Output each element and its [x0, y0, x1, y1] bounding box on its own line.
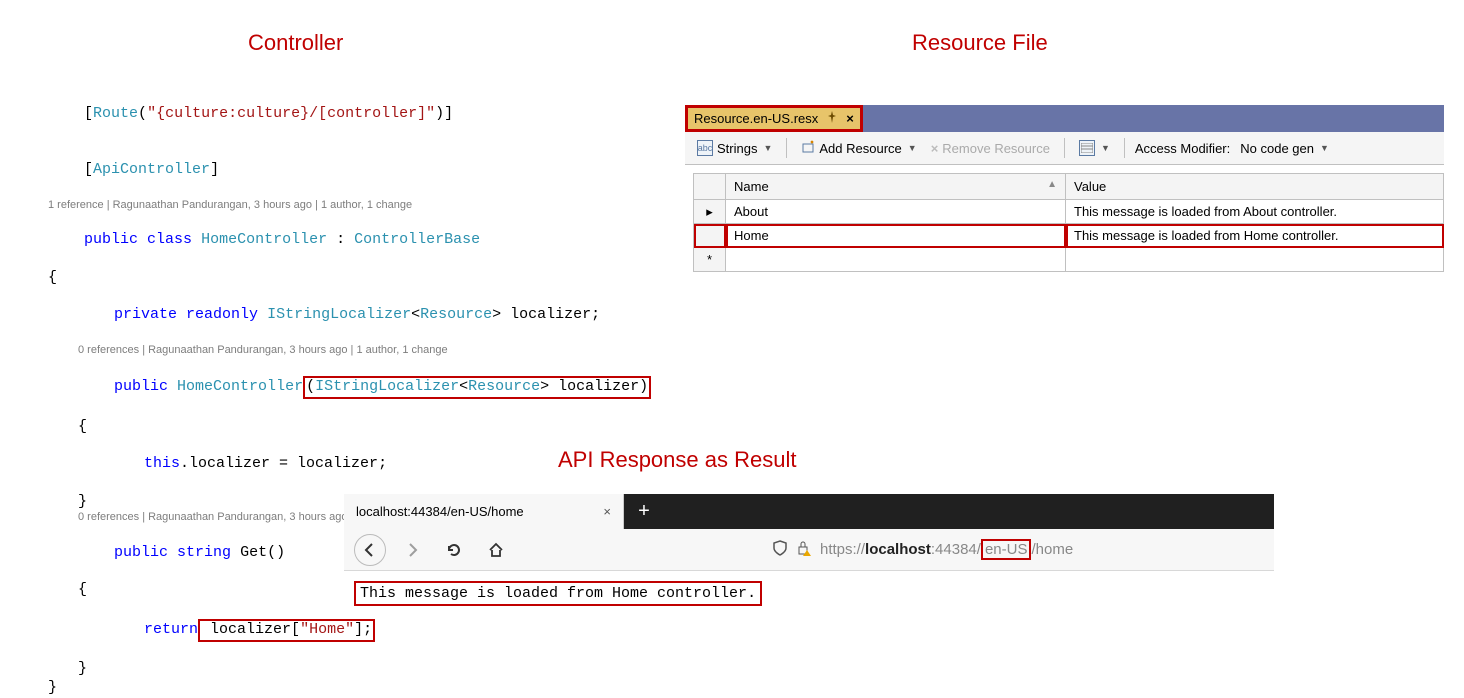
brace: }: [48, 660, 651, 679]
ctor-name: HomeController: [177, 378, 303, 395]
resx-tab-name: Resource.en-US.resx: [694, 111, 818, 126]
route-args: ("{culture:culture}/[controller]")]: [138, 105, 453, 122]
code-bracket: [: [84, 105, 93, 122]
field-name: localizer;: [501, 306, 600, 323]
resx-tabbar: Resource.en-US.resx ×: [685, 105, 1444, 132]
brace: {: [48, 418, 651, 437]
table-row[interactable]: ▸ About This message is loaded from Abou…: [694, 200, 1444, 224]
return-highlight: localizer["Home"];: [198, 619, 375, 642]
ctor-param-rest: > localizer): [540, 378, 648, 395]
cell-name[interactable]: About: [726, 200, 1066, 224]
rowheader-corner: [694, 174, 726, 200]
base-class: ControllerBase: [354, 231, 480, 248]
cell-name[interactable]: Home: [726, 224, 1066, 248]
new-tab-button[interactable]: +: [624, 494, 664, 529]
access-modifier-label: Access Modifier:: [1135, 141, 1230, 156]
url-culture-highlight: en-US: [981, 539, 1032, 560]
cell-value[interactable]: This message is loaded from About contro…: [1066, 200, 1444, 224]
row-selector[interactable]: [694, 224, 726, 248]
strings-label: Strings: [717, 141, 757, 156]
class-name: HomeController: [201, 231, 327, 248]
ctor-param-type: IStringLocalizer: [315, 378, 459, 395]
kw-public: public: [114, 544, 168, 561]
ctor-param-highlight: (IStringLocalizer<Resource> localizer): [303, 376, 651, 399]
table-row-highlighted[interactable]: Home This message is loaded from Home co…: [694, 224, 1444, 248]
ilocalizer-type: IStringLocalizer: [267, 306, 411, 323]
strings-dropdown[interactable]: abc Strings ▼: [693, 138, 776, 158]
close-icon[interactable]: ×: [846, 111, 854, 126]
kw-this: this: [144, 455, 180, 472]
reload-button[interactable]: [438, 534, 470, 566]
remove-resource-label: Remove Resource: [942, 141, 1050, 156]
access-modifier-dropdown[interactable]: No code gen ▼: [1236, 139, 1333, 158]
url-bar[interactable]: https://localhost:44384/en-US/home: [772, 540, 1073, 560]
kw-private: private: [114, 306, 177, 323]
codelens[interactable]: 0 references | Ragunaathan Pandurangan, …: [48, 344, 651, 358]
add-resource-icon: [801, 140, 815, 157]
inherit-colon: :: [327, 231, 354, 248]
brace: }: [48, 679, 651, 698]
grid-icon: [1079, 140, 1095, 156]
close-bracket: ];: [354, 621, 372, 638]
url-path: /home: [1031, 541, 1073, 558]
kw-return: return: [144, 621, 198, 638]
resx-toolbar: abc Strings ▼ Add Resource ▼ × Remove Re…: [685, 132, 1444, 165]
new-row[interactable]: *: [694, 248, 1444, 272]
resource-type: Resource: [420, 306, 492, 323]
access-modifier-value: No code gen: [1240, 141, 1314, 156]
kw-readonly: readonly: [186, 306, 258, 323]
add-resource-button[interactable]: Add Resource ▼: [797, 138, 920, 159]
forward-button[interactable]: [396, 534, 428, 566]
strings-icon: abc: [697, 140, 713, 156]
browser-toolbar: https://localhost:44384/en-US/home: [344, 529, 1274, 571]
shield-icon[interactable]: [772, 540, 788, 560]
lock-warning-icon[interactable]: [796, 540, 812, 560]
remove-resource-button[interactable]: × Remove Resource: [927, 139, 1054, 158]
url-host: localhost: [865, 541, 931, 558]
back-button[interactable]: [354, 534, 386, 566]
url-port: :44384/: [931, 541, 981, 558]
kw-public: public: [114, 378, 168, 395]
resx-grid[interactable]: Name▲ Value ▸ About This message is load…: [693, 173, 1444, 272]
add-resource-label: Add Resource: [819, 141, 901, 156]
brace: {: [48, 269, 651, 288]
browser-tab[interactable]: localhost:44384/en-US/home ×: [344, 494, 624, 529]
pin-icon[interactable]: [826, 111, 838, 126]
cell-empty[interactable]: [726, 248, 1066, 272]
cell-value[interactable]: This message is loaded from Home control…: [1066, 224, 1444, 248]
get-method: Get(): [240, 544, 285, 561]
api-controller-attr: ApiController: [93, 161, 210, 178]
kw-class: class: [147, 231, 192, 248]
browser-content: This message is loaded from Home control…: [344, 571, 1274, 616]
controller-title: Controller: [248, 30, 343, 56]
home-string: "Home": [300, 621, 354, 638]
name-column-header[interactable]: Name▲: [726, 174, 1066, 200]
kw-public: public: [84, 231, 138, 248]
kw-string: string: [177, 544, 231, 561]
route-attribute: Route: [93, 105, 138, 122]
browser-tab-title: localhost:44384/en-US/home: [356, 504, 524, 519]
row-selector-icon[interactable]: ▸: [694, 200, 726, 224]
cell-empty[interactable]: [1066, 248, 1444, 272]
home-button[interactable]: [480, 534, 512, 566]
value-column-header[interactable]: Value: [1066, 174, 1444, 200]
new-row-icon: *: [694, 248, 726, 272]
response-text-highlight: This message is loaded from Home control…: [354, 581, 762, 606]
url-scheme: https://: [820, 541, 865, 558]
remove-icon: ×: [931, 141, 939, 156]
browser-tabstrip: localhost:44384/en-US/home × +: [344, 494, 1274, 529]
resource-type: Resource: [468, 378, 540, 395]
resx-editor: Resource.en-US.resx × abc Strings ▼ Add …: [685, 105, 1444, 272]
view-dropdown[interactable]: ▼: [1075, 138, 1114, 158]
close-icon[interactable]: ×: [603, 504, 611, 519]
codelens[interactable]: 1 reference | Ragunaathan Pandurangan, 3…: [48, 199, 651, 213]
resource-title: Resource File: [912, 30, 1048, 56]
sort-asc-icon: ▲: [1047, 179, 1057, 190]
localizer-call: localizer[: [201, 621, 300, 638]
resx-tab[interactable]: Resource.en-US.resx ×: [685, 105, 863, 132]
browser-window: localhost:44384/en-US/home × + https://l…: [344, 494, 1274, 616]
